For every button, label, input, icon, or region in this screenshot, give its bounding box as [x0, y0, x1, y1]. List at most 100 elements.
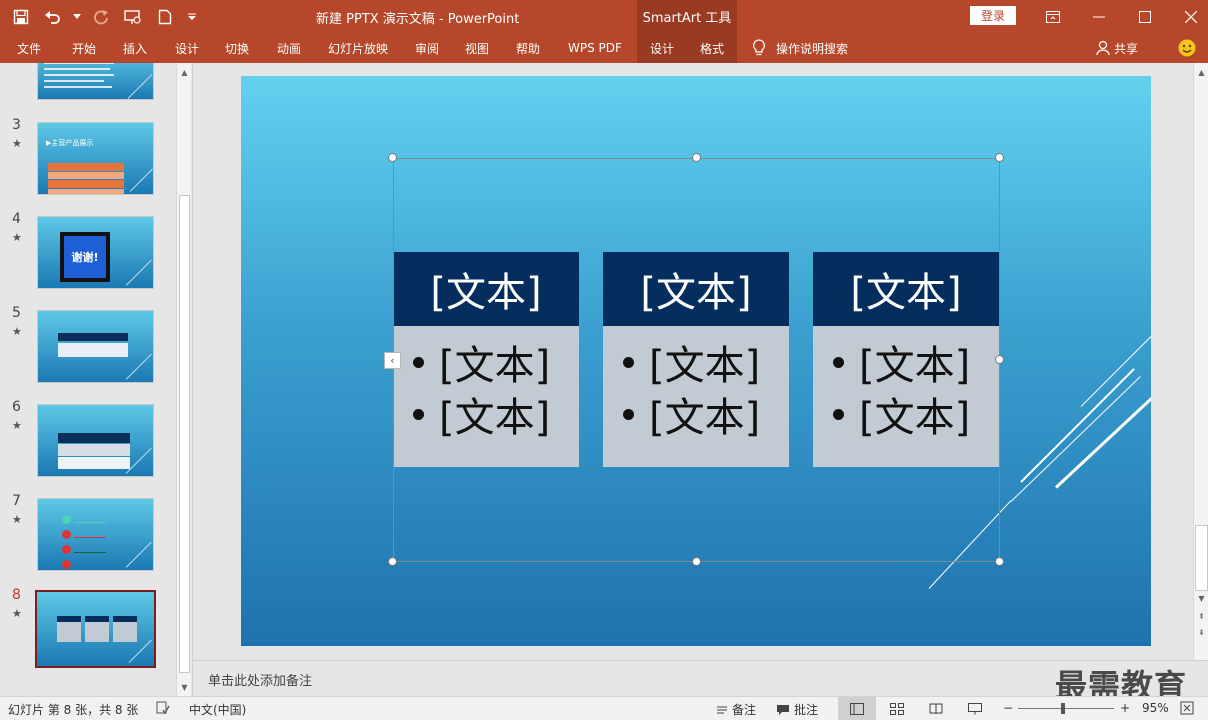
- animation-star-icon: ★: [12, 607, 22, 620]
- reading-view-icon[interactable]: [917, 697, 955, 720]
- decorative-line: [1080, 321, 1151, 407]
- notes-pane[interactable]: 单击此处添加备注 最需教育: [193, 660, 1208, 705]
- spell-check-icon[interactable]: [156, 701, 170, 715]
- comments-button-label: 批注: [794, 703, 819, 717]
- smartart-selection-frame[interactable]: [393, 158, 1000, 562]
- scroll-down-icon[interactable]: ▼: [177, 680, 192, 695]
- ribbon-tabs: 文件 开始 插入 设计 切换 动画 幻灯片放映 审阅 视图 帮助 WPS PDF…: [0, 33, 1208, 63]
- zoom-slider-track[interactable]: [1018, 708, 1114, 709]
- feedback-smiley-icon[interactable]: [1178, 39, 1196, 57]
- thumb-3-title: ▶主营产品展示: [46, 139, 94, 147]
- start-from-beginning-icon[interactable]: [120, 4, 146, 30]
- editor-scrollbar[interactable]: ▲ ▼ ⇞ ⇟: [1193, 63, 1208, 660]
- powerpoint-window: 新建 PPTX 演示文稿 - PowerPoint SmartArt 工具 登录…: [0, 0, 1208, 720]
- window-controls: [1030, 0, 1208, 33]
- resize-handle-bottom[interactable]: [692, 557, 701, 566]
- tab-help[interactable]: 帮助: [516, 33, 540, 63]
- fit-to-window-icon[interactable]: [1180, 701, 1194, 715]
- close-icon[interactable]: [1168, 0, 1208, 33]
- previous-slide-icon[interactable]: ⇞: [1194, 609, 1208, 624]
- slide-editor: [文本] [文本] [文本] [文本] [文本] [文本] [文本] [文本] …: [193, 63, 1193, 660]
- tab-insert[interactable]: 插入: [123, 33, 147, 63]
- comment-icon: [777, 704, 789, 715]
- person-icon: [1096, 40, 1110, 56]
- animation-star-icon: ★: [12, 231, 22, 244]
- zoom-slider-knob[interactable]: [1061, 703, 1065, 714]
- notes-button-label: 备注: [732, 703, 757, 717]
- tell-me-search[interactable]: 操作说明搜索: [752, 33, 848, 63]
- language-indicator[interactable]: 中文(中国): [189, 701, 246, 718]
- resize-handle-top-left[interactable]: [388, 153, 397, 162]
- tab-slideshow[interactable]: 幻灯片放映: [328, 33, 388, 63]
- zoom-in-button[interactable]: +: [1120, 701, 1130, 715]
- tab-review[interactable]: 审阅: [415, 33, 439, 63]
- resize-handle-right[interactable]: [995, 355, 1004, 364]
- slide-thumbnail-8-selected[interactable]: [35, 590, 156, 668]
- slide-thumbnail-5[interactable]: [37, 310, 154, 383]
- resize-handle-top-right[interactable]: [995, 153, 1004, 162]
- share-button[interactable]: 共享: [1096, 33, 1138, 63]
- redo-icon[interactable]: [88, 4, 114, 30]
- text-pane-toggle-icon[interactable]: ‹: [384, 352, 401, 369]
- slide-sorter-icon[interactable]: [878, 697, 916, 720]
- thumb-number-8: 8: [12, 587, 21, 603]
- slide-thumbnail-3[interactable]: ▶主营产品展示: [37, 122, 154, 195]
- resize-handle-bottom-left[interactable]: [388, 557, 397, 566]
- thumb-number-5: 5: [12, 305, 21, 321]
- slide-thumbnail-2[interactable]: [37, 63, 154, 100]
- zoom-level[interactable]: 95%: [1142, 701, 1169, 715]
- slide-thumbnails-pane: 3 ★ ▶主营产品展示 4 ★ 谢谢! 5 ★ 6 ★ 7 ★ 8 ★: [0, 63, 193, 696]
- thumbnails-scrollbar[interactable]: ▲ ▼: [176, 63, 191, 696]
- customize-toolbar-icon[interactable]: [184, 4, 200, 30]
- animation-star-icon: ★: [12, 513, 22, 526]
- thumb-number-3: 3: [12, 117, 21, 133]
- tab-home[interactable]: 开始: [72, 33, 96, 63]
- resize-handle-bottom-right[interactable]: [995, 557, 1004, 566]
- login-button[interactable]: 登录: [970, 6, 1016, 25]
- slide-thumbnail-6[interactable]: [37, 404, 154, 477]
- ribbon-display-options-icon[interactable]: [1030, 0, 1076, 33]
- tab-smartart-format[interactable]: 格式: [687, 33, 737, 63]
- quick-access-toolbar: [8, 0, 200, 33]
- share-label: 共享: [1114, 41, 1139, 56]
- animation-star-icon: ★: [12, 419, 22, 432]
- undo-dropdown-icon[interactable]: [72, 4, 82, 30]
- document-title: 新建 PPTX 演示文稿 - PowerPoint: [316, 12, 520, 27]
- slide-thumbnail-4[interactable]: 谢谢!: [37, 216, 154, 289]
- tab-animations[interactable]: 动画: [277, 33, 301, 63]
- next-slide-icon[interactable]: ⇟: [1194, 625, 1208, 640]
- lightbulb-icon: [753, 39, 765, 56]
- new-document-icon[interactable]: [152, 4, 178, 30]
- scroll-down-icon[interactable]: ▼: [1194, 591, 1208, 606]
- notes-placeholder[interactable]: 单击此处添加备注: [208, 670, 312, 689]
- smartart-tools-label: SmartArt 工具: [637, 0, 737, 33]
- tab-wps-pdf[interactable]: WPS PDF: [568, 33, 622, 63]
- slide-thumbnail-7[interactable]: [37, 498, 154, 571]
- scrollbar-thumb[interactable]: [179, 195, 190, 673]
- zoom-out-button[interactable]: −: [1003, 701, 1013, 715]
- scroll-up-icon[interactable]: ▲: [177, 65, 192, 80]
- resize-handle-top[interactable]: [692, 153, 701, 162]
- tab-file[interactable]: 文件: [17, 33, 41, 63]
- undo-icon[interactable]: [40, 4, 66, 30]
- notes-button[interactable]: 备注: [716, 701, 756, 718]
- scroll-up-icon[interactable]: ▲: [1194, 65, 1208, 80]
- minimize-icon[interactable]: [1076, 0, 1122, 33]
- tab-smartart-design[interactable]: 设计: [637, 33, 687, 63]
- save-icon[interactable]: [8, 4, 34, 30]
- notes-icon: [717, 706, 727, 713]
- tab-design[interactable]: 设计: [175, 33, 199, 63]
- slide-canvas[interactable]: [文本] [文本] [文本] [文本] [文本] [文本] [文本] [文本] …: [241, 76, 1151, 646]
- tab-transitions[interactable]: 切换: [225, 33, 249, 63]
- status-bar: 幻灯片 第 8 张，共 8 张 中文(中国) 备注 批注 − + 95%: [0, 696, 1208, 720]
- tab-view[interactable]: 视图: [465, 33, 489, 63]
- animation-star-icon: ★: [12, 137, 22, 150]
- normal-view-icon[interactable]: [838, 697, 876, 720]
- maximize-icon[interactable]: [1122, 0, 1168, 33]
- slide-count: 幻灯片 第 8 张，共 8 张: [8, 703, 139, 717]
- scrollbar-thumb[interactable]: [1195, 525, 1208, 591]
- thumb-4-text: 谢谢!: [64, 236, 106, 278]
- comments-button[interactable]: 批注: [776, 701, 818, 718]
- slideshow-icon[interactable]: [956, 697, 994, 720]
- tell-me-label: 操作说明搜索: [776, 41, 849, 56]
